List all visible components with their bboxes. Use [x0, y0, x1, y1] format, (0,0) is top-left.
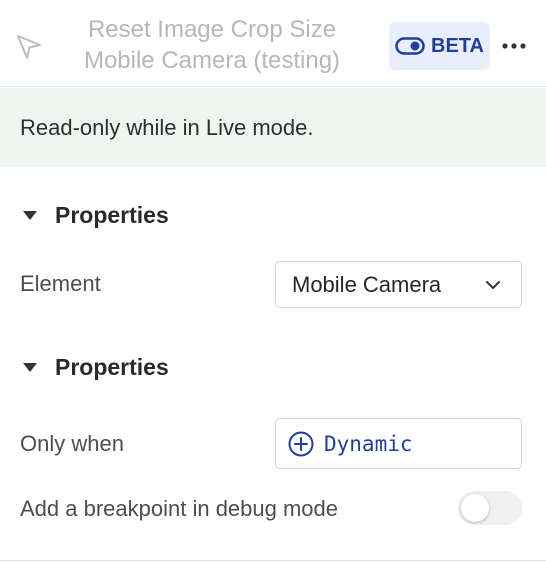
element-select-value: Mobile Camera	[292, 271, 442, 297]
live-mode-notice: Read-only while in Live mode.	[0, 88, 546, 167]
caret-down-icon	[23, 211, 37, 220]
notice-text: Read-only while in Live mode.	[20, 114, 314, 140]
chevron-down-icon	[486, 281, 500, 289]
plus-circle-icon	[288, 431, 314, 456]
section-heading: Properties	[55, 202, 169, 228]
cursor-arrow-icon	[17, 35, 41, 59]
properties-section-toggle[interactable]: Properties	[20, 202, 169, 229]
beta-toggle-button[interactable]: BETA	[389, 22, 490, 70]
dynamic-placeholder: Dynamic	[324, 431, 413, 456]
breakpoint-label: Add a breakpoint in debug mode	[20, 496, 339, 521]
element-label: Element	[20, 271, 101, 296]
bottom-divider	[0, 560, 546, 561]
properties-section-toggle-2[interactable]: Properties	[20, 354, 169, 381]
section-heading: Properties	[55, 354, 169, 380]
breakpoint-toggle[interactable]	[458, 491, 522, 525]
more-dots-icon[interactable]	[500, 36, 528, 56]
only-when-label: Only when	[20, 431, 124, 456]
action-title: Reset Image Crop Size Mobile Camera (tes…	[83, 16, 341, 74]
beta-label: BETA	[431, 34, 484, 57]
caret-down-icon	[23, 363, 37, 372]
only-when-dynamic-field[interactable]: Dynamic	[275, 418, 522, 469]
workflow-action-panel: Reset Image Crop Size Mobile Camera (tes…	[0, 0, 546, 562]
toggle-knob	[461, 494, 489, 522]
element-select[interactable]: Mobile Camera	[275, 261, 522, 308]
panel-header: Reset Image Crop Size Mobile Camera (tes…	[0, 0, 546, 87]
toggle-icon	[395, 37, 425, 55]
